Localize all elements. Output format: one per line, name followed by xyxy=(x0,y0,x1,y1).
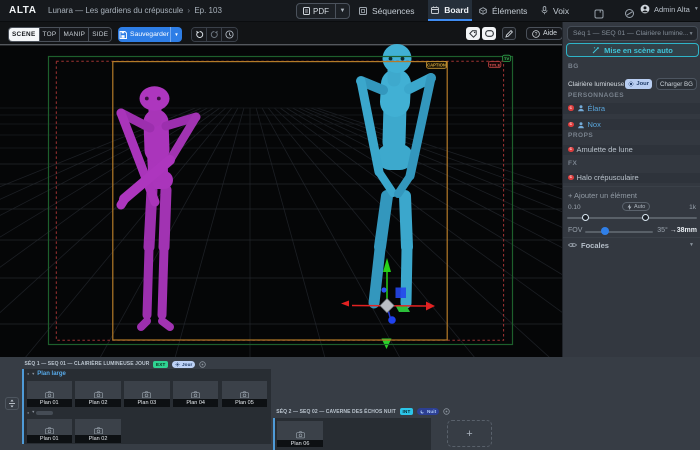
svg-text:CAPTION: CAPTION xyxy=(427,63,446,68)
svg-text:?: ? xyxy=(535,31,538,37)
svg-text:TITLE: TITLE xyxy=(489,62,500,67)
svg-text:TV: TV xyxy=(504,56,509,61)
